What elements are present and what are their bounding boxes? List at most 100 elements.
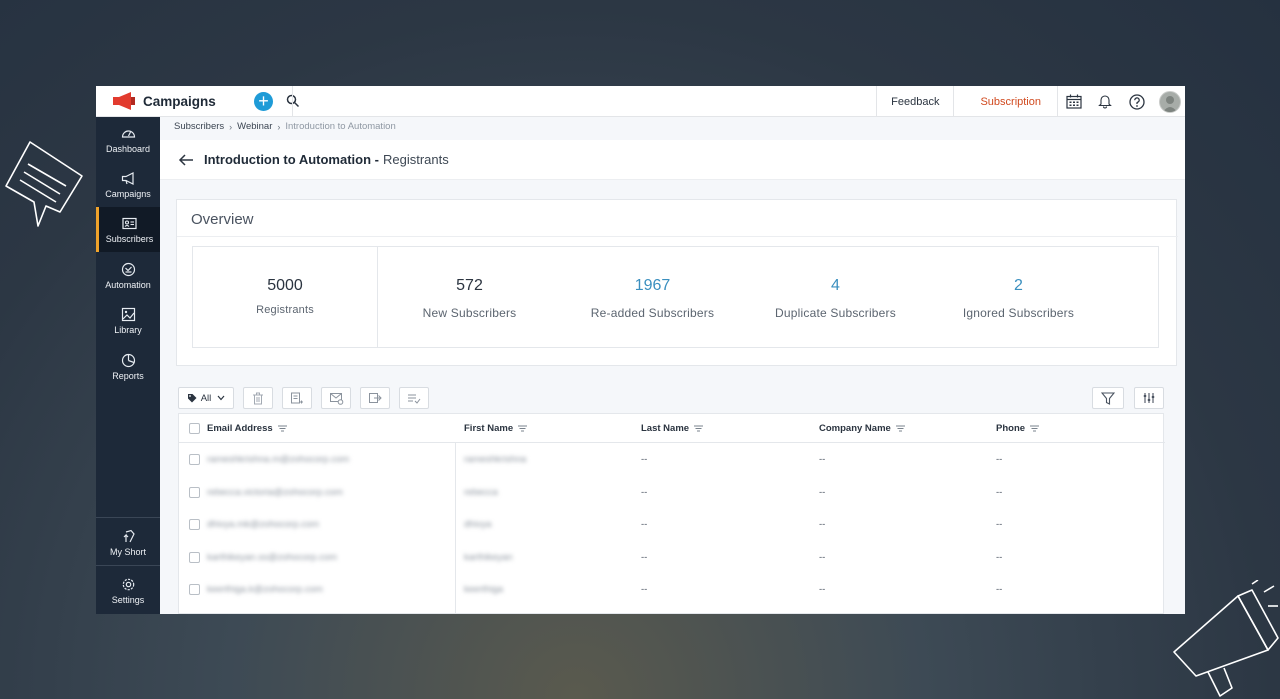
topbar-actions: Feedback Subscription [876, 86, 1185, 117]
trash-icon [253, 392, 263, 404]
cell-last-name: -- [641, 552, 648, 563]
select-all-checkbox[interactable] [189, 423, 200, 434]
sidebar: Dashboard Campaigns Subscribers Automati… [96, 117, 160, 614]
top-bar: Campaigns + Feedback Subscription [96, 86, 1185, 117]
row-checkbox[interactable] [189, 454, 200, 465]
stat-duplicate-subscribers[interactable]: 4 Duplicate Subscribers [744, 247, 927, 347]
stat-value: 2 [1014, 277, 1023, 294]
column-email-address[interactable]: Email Address [207, 414, 287, 443]
sort-icon [518, 425, 528, 432]
filter-button[interactable] [1092, 387, 1124, 409]
sidebar-item-label: Settings [111, 594, 145, 605]
cell-phone: -- [996, 552, 1003, 563]
subscribers-table: Email Address First Name Last Name Compa… [178, 413, 1165, 614]
help-button[interactable] [1121, 86, 1153, 117]
cell-company: -- [819, 584, 826, 595]
table-row[interactable]: dhivya.mk@zohocorp.com dhivya -- -- -- [179, 508, 1165, 541]
delete-button[interactable] [243, 387, 273, 409]
megaphone-icon [121, 171, 134, 185]
row-checkbox[interactable] [189, 552, 200, 563]
row-checkbox[interactable] [189, 519, 200, 530]
breadcrumb-webinar[interactable]: Webinar [237, 121, 272, 132]
brand-name: Campaigns [143, 93, 216, 109]
user-avatar-icon [1163, 95, 1177, 112]
email-action-button[interactable] [321, 387, 351, 409]
subscribers-icon [122, 217, 137, 229]
column-label: Phone [996, 423, 1026, 434]
brand[interactable]: Campaigns [113, 92, 233, 110]
overview-panel: Overview 5000 Registrants 572 New Subscr… [176, 199, 1178, 366]
table-row[interactable]: keerthiga.k@zohocorp.com keerthiga -- --… [179, 573, 1165, 606]
cell-company: -- [819, 519, 826, 530]
column-phone[interactable]: Phone [996, 414, 1040, 443]
notifications-button[interactable] [1089, 86, 1121, 117]
sort-icon [277, 425, 287, 432]
cell-last-name: -- [641, 487, 648, 498]
stat-readded-subscribers[interactable]: 1967 Re-added Subscribers [561, 247, 744, 347]
stat-value: 1967 [634, 277, 671, 294]
cell-email[interactable]: karthikeyan.ss@zohocorp.com [207, 541, 337, 574]
sidebar-item-dashboard[interactable]: Dashboard [96, 117, 160, 162]
stat-label: Re-added Subscribers [590, 306, 715, 320]
column-first-name[interactable]: First Name [464, 414, 528, 443]
breadcrumb-subscribers[interactable]: Subscribers [174, 121, 224, 132]
sidebar-item-subscribers[interactable]: Subscribers [96, 207, 160, 252]
chevron-right-icon: › [277, 121, 281, 132]
sidebar-item-label: Campaigns [105, 188, 151, 199]
megaphone-logo-icon [113, 92, 135, 110]
table-row[interactable]: rameshkrishna.m@zohocorp.com rameshkrish… [179, 443, 1165, 476]
cell-first-name: dhivya [464, 519, 492, 530]
cell-email[interactable]: rebecca.victoria@zohocorp.com [207, 476, 343, 509]
chevron-down-icon [217, 395, 225, 401]
sidebar-item-library[interactable]: Library [96, 298, 160, 343]
page-subtitle: Registrants [382, 152, 449, 167]
stat-registrants: 5000 Registrants [193, 247, 378, 347]
title-bar: Introduction to Automation - Registrants [160, 140, 1185, 180]
column-last-name[interactable]: Last Name [641, 414, 704, 443]
create-button[interactable]: + [254, 91, 273, 111]
sidebar-item-campaigns[interactable]: Campaigns [96, 162, 160, 207]
sidebar-item-automation[interactable]: Automation [96, 253, 160, 298]
help-icon [1129, 93, 1145, 110]
calendar-button[interactable] [1057, 86, 1089, 117]
filter-icon [1101, 391, 1115, 405]
cell-last-name: -- [641, 519, 648, 530]
avatar[interactable] [1159, 90, 1181, 113]
stat-new-subscribers[interactable]: 572 New Subscribers [378, 247, 561, 347]
stat-label: New Subscribers [422, 306, 517, 320]
cell-email[interactable]: keerthiga.k@zohocorp.com [207, 573, 323, 606]
search-icon[interactable] [286, 94, 300, 108]
table-row[interactable]: karthikeyan.ss@zohocorp.com karthikeyan … [179, 541, 1165, 574]
cell-phone: -- [996, 487, 1003, 498]
stat-label: Ignored Subscribers [962, 306, 1075, 320]
export-button[interactable] [360, 387, 390, 409]
tag-filter-dropdown[interactable]: All [178, 387, 234, 409]
sidebar-item-settings[interactable]: Settings [96, 568, 160, 613]
app-window: Campaigns + Feedback Subscription Dashbo… [96, 86, 1185, 614]
cell-first-name: keerthiga [464, 584, 504, 595]
column-settings-button[interactable] [1134, 387, 1164, 409]
table-row[interactable]: rebecca.victoria@zohocorp.com rebecca --… [179, 476, 1165, 509]
cell-first-name: rebecca [464, 487, 498, 498]
table-toolbar: All [178, 387, 438, 409]
stat-value: 4 [831, 277, 840, 294]
back-arrow-icon[interactable] [178, 153, 194, 167]
topbar-divider [292, 86, 293, 117]
cell-email[interactable]: rameshkrishna.m@zohocorp.com [207, 443, 349, 476]
overview-divider [177, 236, 1178, 237]
overview-title: Overview [191, 211, 254, 228]
copy-to-list-button[interactable] [282, 387, 312, 409]
column-label: Company Name [819, 423, 891, 434]
feedback-link[interactable]: Feedback [876, 86, 953, 117]
column-company-name[interactable]: Company Name [819, 414, 905, 443]
bulk-edit-button[interactable] [399, 387, 429, 409]
row-checkbox[interactable] [189, 584, 200, 595]
subscription-link[interactable]: Subscription [953, 86, 1057, 117]
stat-value: 572 [456, 277, 483, 294]
cell-email[interactable]: dhivya.mk@zohocorp.com [207, 508, 319, 541]
sidebar-item-my-short[interactable]: My Short [96, 520, 160, 565]
stat-ignored-subscribers[interactable]: 2 Ignored Subscribers [927, 247, 1110, 347]
row-checkbox[interactable] [189, 487, 200, 498]
sidebar-item-reports[interactable]: Reports [96, 344, 160, 389]
cell-first-name: karthikeyan [464, 552, 513, 563]
